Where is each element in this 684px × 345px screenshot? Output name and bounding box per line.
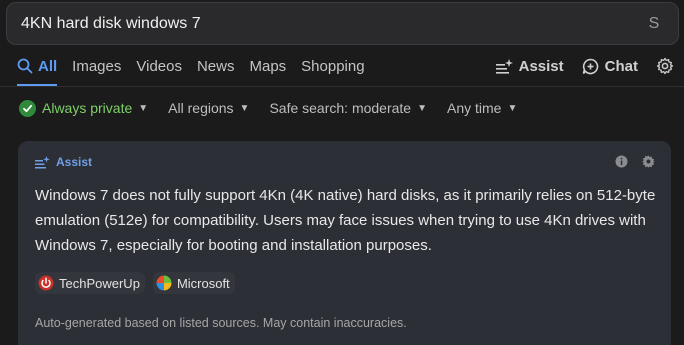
search-icon	[17, 58, 33, 74]
search-box[interactable]: S	[6, 2, 679, 45]
techpowerup-icon	[38, 275, 54, 291]
filter-bar: Always private ▼ All regions ▼ Safe sear…	[19, 96, 517, 120]
chevron-down-icon: ▼	[239, 102, 250, 114]
tab-news-label: News	[196, 57, 235, 75]
assist-button[interactable]: Assist	[495, 57, 564, 75]
tab-shopping-label: Shopping	[301, 57, 365, 75]
tab-videos-label: Videos	[136, 57, 182, 75]
assist-sparkle-icon	[35, 155, 50, 168]
tab-images[interactable]: Images	[72, 46, 121, 86]
region-filter[interactable]: All regions ▼	[168, 100, 249, 116]
source-name: TechPowerUp	[59, 275, 140, 291]
check-icon	[19, 99, 36, 117]
time-filter-label: Any time	[447, 100, 502, 116]
chat-label: Chat	[604, 57, 638, 75]
tab-videos[interactable]: Videos	[136, 46, 182, 86]
privacy-filter-label: Always private	[42, 100, 133, 116]
assist-card-tools	[615, 155, 655, 168]
gear-icon[interactable]	[656, 57, 674, 75]
gear-icon[interactable]	[642, 155, 655, 168]
chevron-down-icon: ▼	[507, 102, 518, 114]
tabs-divider	[0, 86, 684, 87]
tab-all[interactable]: All	[17, 46, 58, 86]
microsoft-icon	[156, 275, 172, 291]
assist-label: Assist	[518, 57, 564, 75]
search-tabs: All Images Videos News Maps Shopping Ass…	[0, 46, 684, 86]
chevron-down-icon: ▼	[417, 102, 427, 114]
safe-search-filter-label: Safe search: moderate	[269, 100, 412, 116]
tab-maps[interactable]: Maps	[249, 46, 286, 86]
source-list: TechPowerUp Microsoft	[35, 272, 235, 294]
tab-all-label: All	[38, 57, 58, 75]
chat-button[interactable]: Chat	[582, 58, 638, 75]
assist-disclaimer: Auto-generated based on listed sources. …	[35, 316, 407, 330]
region-filter-label: All regions	[168, 100, 234, 116]
chevron-down-icon: ▼	[138, 102, 149, 114]
tab-news[interactable]: News	[197, 46, 235, 86]
clear-search-button[interactable]: S	[644, 15, 664, 33]
search-input[interactable]	[21, 14, 644, 33]
privacy-filter[interactable]: Always private ▼	[19, 99, 149, 117]
assist-card-header: Assist	[35, 155, 92, 169]
source-name: Microsoft	[176, 275, 230, 291]
tab-shopping[interactable]: Shopping	[301, 46, 364, 86]
assist-answer: Windows 7 does not fully support 4Kn (4K…	[35, 187, 656, 254]
source-chip[interactable]: TechPowerUp	[35, 272, 145, 294]
assist-card-label: Assist	[56, 155, 93, 169]
tab-actions: Assist Chat	[495, 46, 674, 86]
tab-images-label: Images	[72, 57, 122, 75]
safe-search-filter[interactable]: Safe search: moderate ▼	[269, 100, 427, 116]
assist-sparkle-icon	[495, 58, 513, 74]
tab-maps-label: Maps	[249, 57, 287, 75]
time-filter[interactable]: Any time ▼	[447, 100, 517, 116]
chat-icon	[582, 58, 598, 74]
assist-card: Assist Windows 7 does not fully support …	[18, 141, 671, 345]
info-icon[interactable]	[615, 155, 628, 168]
source-chip[interactable]: Microsoft	[152, 272, 235, 294]
